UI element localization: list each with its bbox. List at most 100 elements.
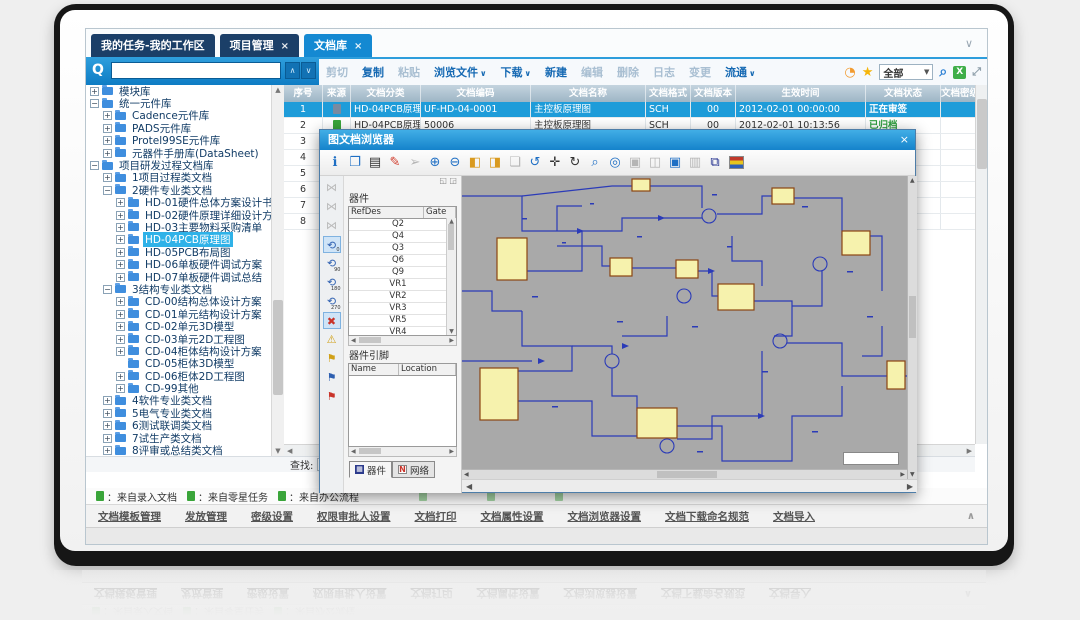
refdes-row[interactable]: Q4 bbox=[349, 231, 447, 243]
table-vertical-scrollbar[interactable] bbox=[975, 85, 988, 444]
layer-colors-icon[interactable]: ▤ bbox=[729, 156, 744, 169]
toolbar-button[interactable]: 变更 bbox=[689, 64, 711, 80]
favorites-star-icon[interactable]: ★ bbox=[862, 65, 874, 80]
tree-expander-icon[interactable]: + bbox=[116, 335, 125, 344]
col-code[interactable]: 文档编码 bbox=[421, 85, 531, 102]
bottom-bar-link[interactable]: 文档下载命名规范 bbox=[665, 509, 749, 524]
fit-page-icon[interactable]: ◨ bbox=[486, 154, 504, 172]
toolbar-button[interactable]: 浏览文件∨ bbox=[434, 64, 487, 80]
markup-pen-icon[interactable]: ✎ bbox=[386, 154, 404, 172]
tree-expander-icon[interactable]: + bbox=[116, 198, 125, 207]
bottom-bar-link[interactable]: 文档属性设置 bbox=[481, 509, 544, 524]
tree-expander-icon[interactable]: + bbox=[116, 223, 125, 232]
tree-expander-icon[interactable]: + bbox=[103, 173, 112, 182]
tree-expander-icon[interactable]: + bbox=[116, 273, 125, 282]
mirror-vertical-icon[interactable]: ⋈ bbox=[323, 198, 341, 215]
grid-icon[interactable]: ⧉ bbox=[706, 154, 724, 172]
tree-expander-icon[interactable]: − bbox=[90, 99, 99, 108]
pan-icon[interactable]: ✛ bbox=[546, 154, 564, 172]
tree-expander-icon[interactable]: − bbox=[90, 161, 99, 170]
col-source[interactable]: 来源 bbox=[323, 85, 351, 102]
flag-red-icon[interactable]: ⚑ bbox=[323, 388, 341, 405]
pins-table[interactable]: Name Location bbox=[348, 363, 457, 447]
bottom-bar-link[interactable]: 文档打印 bbox=[415, 509, 457, 524]
tree-expander-icon[interactable]: + bbox=[116, 297, 125, 306]
rotate-90-icon[interactable]: ⟲90 bbox=[323, 255, 341, 272]
warning-icon[interactable]: ⚠ bbox=[323, 331, 341, 348]
tree-expander-icon[interactable]: + bbox=[116, 347, 125, 356]
tabbar-collapse-icon[interactable]: ∨ bbox=[965, 37, 973, 50]
delete-markup-icon[interactable]: ✖ bbox=[323, 312, 341, 329]
refdes-row[interactable]: VR1 bbox=[349, 279, 447, 291]
refdes-row[interactable]: VR4 bbox=[349, 327, 447, 336]
pin-location-column[interactable]: Location bbox=[399, 364, 456, 375]
status-scroll-right-icon[interactable]: ▶ bbox=[907, 482, 913, 491]
col-seq[interactable]: 序号 bbox=[284, 85, 323, 102]
col-secrecy[interactable]: 文档密级 bbox=[941, 85, 975, 102]
col-category[interactable]: 文档分类 bbox=[351, 85, 421, 102]
tree-expander-icon[interactable]: + bbox=[90, 87, 99, 96]
tree-expander-icon[interactable]: + bbox=[103, 421, 112, 430]
zoom-glass-icon[interactable]: ⌕ bbox=[586, 154, 604, 172]
tree-expander-icon[interactable]: + bbox=[103, 136, 112, 145]
tree-expander-icon[interactable]: + bbox=[116, 384, 125, 393]
tree-expander-icon[interactable]: + bbox=[103, 446, 112, 455]
rotate-0-icon[interactable]: ⟲0 bbox=[323, 236, 341, 253]
compare-icon[interactable]: ◫ bbox=[646, 154, 664, 172]
flag-blue-icon[interactable]: ⚑ bbox=[323, 369, 341, 386]
search-prev-button[interactable]: ∧ bbox=[285, 62, 300, 79]
components-table[interactable]: RefDes Gate Q2Q4Q3Q6Q9VR1VR2VR3VR5VR4 ▲▼ bbox=[348, 206, 457, 336]
toolbar-button[interactable]: 日志 bbox=[653, 64, 675, 80]
refdes-row[interactable]: VR3 bbox=[349, 303, 447, 315]
refdes-row[interactable]: VR5 bbox=[349, 315, 447, 327]
layers-off-icon[interactable]: ▥ bbox=[686, 154, 704, 172]
status-scroll-left-icon[interactable]: ◀ bbox=[466, 482, 472, 491]
info-icon[interactable]: ℹ bbox=[326, 154, 344, 172]
col-version[interactable]: 文档版本 bbox=[691, 85, 736, 102]
print-icon[interactable]: ▤ bbox=[366, 154, 384, 172]
pins-hscroll[interactable]: ◀▶ bbox=[348, 447, 457, 457]
refdes-row[interactable]: Q3 bbox=[349, 243, 447, 255]
rotate-180-icon[interactable]: ⟲180 bbox=[323, 274, 341, 291]
snapshot-icon[interactable]: ▣ bbox=[626, 154, 644, 172]
bottom-bar-link[interactable]: 文档导入 bbox=[773, 509, 815, 524]
refdes-row[interactable]: Q9 bbox=[349, 267, 447, 279]
refdes-row[interactable]: Q2 bbox=[349, 219, 447, 231]
pages-icon[interactable]: ❏ bbox=[506, 154, 524, 172]
fit-width-icon[interactable]: ◧ bbox=[466, 154, 484, 172]
table-row[interactable]: 1 HD-04PCB原理图 UF-HD-04-0001 主控板原理图 SCH 0… bbox=[284, 102, 975, 118]
table-search-icon[interactable]: ⌕ bbox=[939, 64, 947, 80]
tree-scrollbar-thumb[interactable] bbox=[273, 300, 283, 395]
toolbar-button[interactable]: 新建 bbox=[545, 64, 567, 80]
tree-expander-icon[interactable]: + bbox=[116, 211, 125, 220]
tree-expander-icon[interactable]: + bbox=[116, 310, 125, 319]
bottom-bar-collapse-icon[interactable]: ∧ bbox=[967, 511, 975, 522]
canvas-vertical-scrollbar[interactable]: ▲▼ bbox=[907, 176, 917, 479]
mirror-horizontal-icon[interactable]: ⋈ bbox=[323, 179, 341, 196]
pin-name-column[interactable]: Name bbox=[349, 364, 399, 375]
expand-icon[interactable]: ⤢ bbox=[972, 65, 981, 79]
bottom-bar-link[interactable]: 文档浏览器设置 bbox=[568, 509, 642, 524]
notify-icon[interactable]: ◔ bbox=[844, 65, 855, 80]
tree-expander-icon[interactable]: + bbox=[103, 434, 112, 443]
refdes-column[interactable]: RefDes bbox=[349, 207, 424, 218]
rotate-left-icon[interactable]: ↺ bbox=[526, 154, 544, 172]
tree-expander-icon[interactable]: + bbox=[116, 322, 125, 331]
toolbar-button[interactable]: 流通∨ bbox=[725, 64, 756, 80]
tree-expander-icon[interactable]: + bbox=[103, 409, 112, 418]
tree-expander-icon[interactable]: − bbox=[103, 186, 112, 195]
bottom-bar-link[interactable]: 文档模板管理 bbox=[98, 509, 161, 524]
gate-column[interactable]: Gate bbox=[424, 207, 456, 218]
canvas-horizontal-scrollbar[interactable]: ◀▶ bbox=[462, 469, 907, 479]
dialog-close-icon[interactable]: × bbox=[900, 130, 909, 150]
zoom-out-icon[interactable]: ⊖ bbox=[446, 154, 464, 172]
workspace-tab[interactable]: 项目管理× bbox=[220, 34, 299, 57]
bottom-bar-link[interactable]: 发放管理 bbox=[185, 509, 227, 524]
rotate-right-icon[interactable]: ↻ bbox=[566, 154, 584, 172]
workspace-tab[interactable]: 文档库× bbox=[304, 34, 372, 57]
refdes-row[interactable]: VR2 bbox=[349, 291, 447, 303]
tab-nets[interactable]: N网络 bbox=[392, 461, 435, 478]
tree-expander-icon[interactable]: + bbox=[116, 260, 125, 269]
tab-components[interactable]: ▦器件 bbox=[349, 461, 392, 478]
toolbar-button[interactable]: 编辑 bbox=[581, 64, 603, 80]
